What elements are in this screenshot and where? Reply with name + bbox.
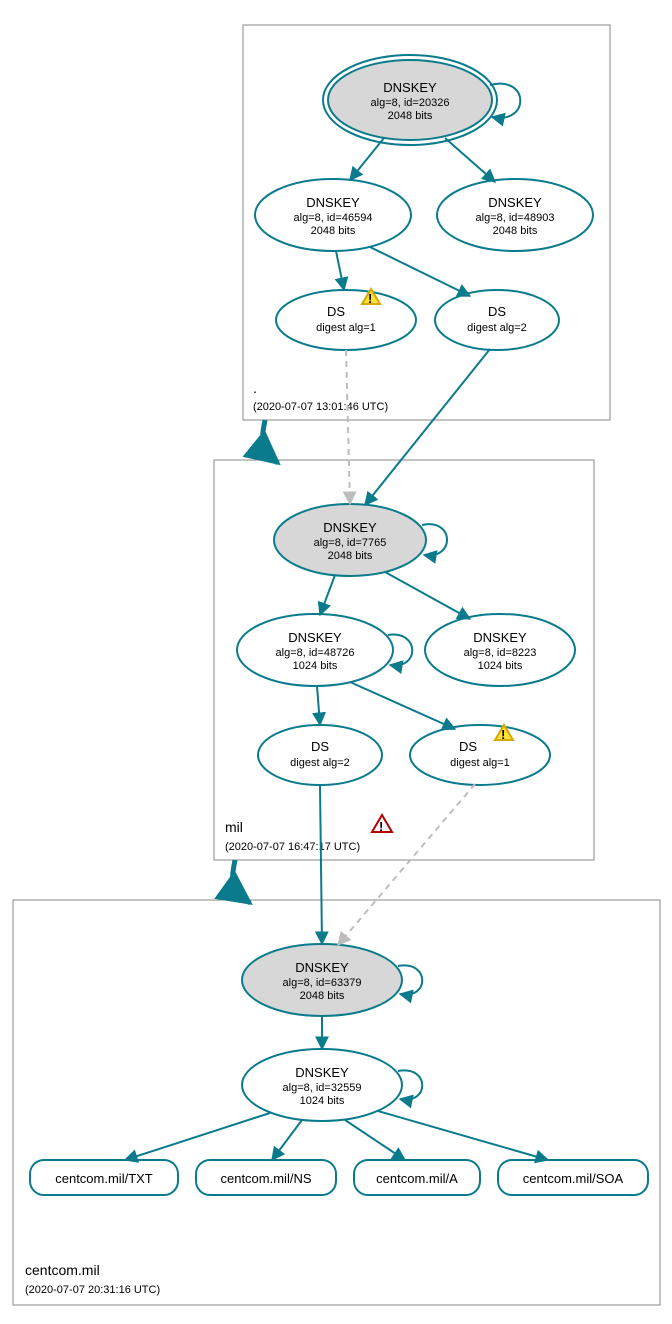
- rr-ns-node: centcom.mil/NS: [196, 1160, 336, 1195]
- svg-text:centcom.mil/SOA: centcom.mil/SOA: [523, 1171, 624, 1186]
- edge-dsroot1-to-7765: [346, 350, 350, 504]
- dnskey-20326-node: DNSKEY alg=8, id=20326 2048 bits: [323, 55, 497, 145]
- svg-text:alg=8, id=7765: alg=8, id=7765: [314, 537, 387, 549]
- svg-text:alg=8, id=48726: alg=8, id=48726: [276, 647, 355, 659]
- svg-text:digest alg=1: digest alg=1: [316, 322, 376, 334]
- svg-text:DNSKEY: DNSKEY: [383, 80, 437, 95]
- dnskey-63379-node: DNSKEY alg=8, id=63379 2048 bits: [242, 944, 402, 1016]
- rr-txt-node: centcom.mil/TXT: [30, 1160, 178, 1195]
- svg-text:alg=8, id=46594: alg=8, id=46594: [294, 212, 373, 224]
- zone-centcom-name: centcom.mil: [25, 1262, 100, 1278]
- svg-text:DNSKEY: DNSKEY: [306, 195, 360, 210]
- svg-text:2048 bits: 2048 bits: [388, 110, 433, 122]
- svg-text:DS: DS: [327, 304, 345, 319]
- svg-text:alg=8, id=8223: alg=8, id=8223: [464, 647, 537, 659]
- edge-46594-ds2: [370, 247, 470, 296]
- svg-text:centcom.mil/NS: centcom.mil/NS: [220, 1171, 311, 1186]
- svg-text:2048 bits: 2048 bits: [300, 990, 345, 1002]
- svg-text:DS: DS: [311, 739, 329, 754]
- svg-text:!: !: [501, 727, 505, 742]
- dnskey-48726-node: DNSKEY alg=8, id=48726 1024 bits: [237, 614, 393, 686]
- zone-root-name: .: [253, 380, 257, 396]
- dnskey-32559-node: DNSKEY alg=8, id=32559 1024 bits: [242, 1049, 402, 1121]
- edge-7765-48726: [320, 575, 335, 615]
- edge-dsroot2-to-7765: [365, 349, 490, 505]
- svg-text:centcom.mil/A: centcom.mil/A: [376, 1171, 458, 1186]
- edge-32559-ns: [272, 1120, 302, 1160]
- svg-text:DS: DS: [488, 304, 506, 319]
- dnssec-chain-diagram: . (2020-07-07 13:01:46 UTC) mil (2020-07…: [0, 0, 672, 1324]
- svg-text:alg=8, id=63379: alg=8, id=63379: [283, 977, 362, 989]
- svg-text:centcom.mil/TXT: centcom.mil/TXT: [55, 1171, 153, 1186]
- edge-48726-dsmil1: [350, 682, 455, 729]
- edge-dsmil2-to-63379: [320, 785, 322, 944]
- svg-text:DNSKEY: DNSKEY: [288, 630, 342, 645]
- ds-mil-alg2-node: DS digest alg=2: [258, 725, 382, 785]
- svg-text:alg=8, id=48903: alg=8, id=48903: [476, 212, 555, 224]
- svg-text:DNSKEY: DNSKEY: [323, 520, 377, 535]
- zone-root-ts: (2020-07-07 13:01:46 UTC): [253, 401, 388, 413]
- edge-32559-a: [345, 1120, 405, 1160]
- svg-text:2048 bits: 2048 bits: [328, 550, 373, 562]
- edge-7765-8223: [385, 572, 470, 619]
- ds-root-alg1-node: DS digest alg=1 !: [276, 289, 416, 350]
- zone-centcom-ts: (2020-07-07 20:31:16 UTC): [25, 1284, 160, 1296]
- zone-mil-ts: (2020-07-07 16:47:17 UTC): [225, 841, 360, 853]
- svg-text:DNSKEY: DNSKEY: [295, 1065, 349, 1080]
- svg-text:2048 bits: 2048 bits: [493, 225, 538, 237]
- svg-text:alg=8, id=32559: alg=8, id=32559: [283, 1082, 362, 1094]
- edge-32559-soa: [378, 1111, 548, 1160]
- edge-root-to-mil-zone: [263, 420, 278, 463]
- svg-text:digest alg=2: digest alg=2: [290, 757, 350, 769]
- edge-32559-txt: [125, 1113, 270, 1160]
- zone-mil-name: mil: [225, 819, 243, 835]
- svg-text:1024 bits: 1024 bits: [300, 1095, 345, 1107]
- svg-text:!: !: [379, 819, 383, 834]
- svg-text:alg=8, id=20326: alg=8, id=20326: [371, 97, 450, 109]
- ds-mil-alg1-node: DS digest alg=1 !: [410, 725, 550, 785]
- dnskey-46594-node: DNSKEY alg=8, id=46594 2048 bits: [255, 179, 411, 251]
- svg-text:digest alg=1: digest alg=1: [450, 757, 510, 769]
- edge-46594-ds1: [336, 251, 344, 290]
- edge-mil-to-centcom-zone: [233, 860, 250, 903]
- dnskey-7765-node: DNSKEY alg=8, id=7765 2048 bits: [274, 504, 426, 576]
- svg-text:digest alg=2: digest alg=2: [467, 322, 527, 334]
- svg-text:DS: DS: [459, 739, 477, 754]
- ds-root-alg2-node: DS digest alg=2: [435, 290, 559, 350]
- edge-dsmil1-to-63379: [338, 784, 475, 945]
- dnskey-48903-node: DNSKEY alg=8, id=48903 2048 bits: [437, 179, 593, 251]
- edge-20326-48903: [445, 138, 495, 182]
- svg-text:DNSKEY: DNSKEY: [488, 195, 542, 210]
- svg-text:DNSKEY: DNSKEY: [473, 630, 527, 645]
- rr-a-node: centcom.mil/A: [354, 1160, 480, 1195]
- rr-soa-node: centcom.mil/SOA: [498, 1160, 648, 1195]
- svg-text:2048 bits: 2048 bits: [311, 225, 356, 237]
- dnskey-8223-node: DNSKEY alg=8, id=8223 1024 bits: [425, 614, 575, 686]
- svg-text:DNSKEY: DNSKEY: [295, 960, 349, 975]
- svg-text:!: !: [368, 291, 372, 306]
- edge-20326-46594: [350, 138, 384, 180]
- edge-48726-dsmil2: [317, 686, 320, 725]
- svg-text:1024 bits: 1024 bits: [293, 660, 338, 672]
- svg-text:1024 bits: 1024 bits: [478, 660, 523, 672]
- error-icon: !: [372, 815, 392, 834]
